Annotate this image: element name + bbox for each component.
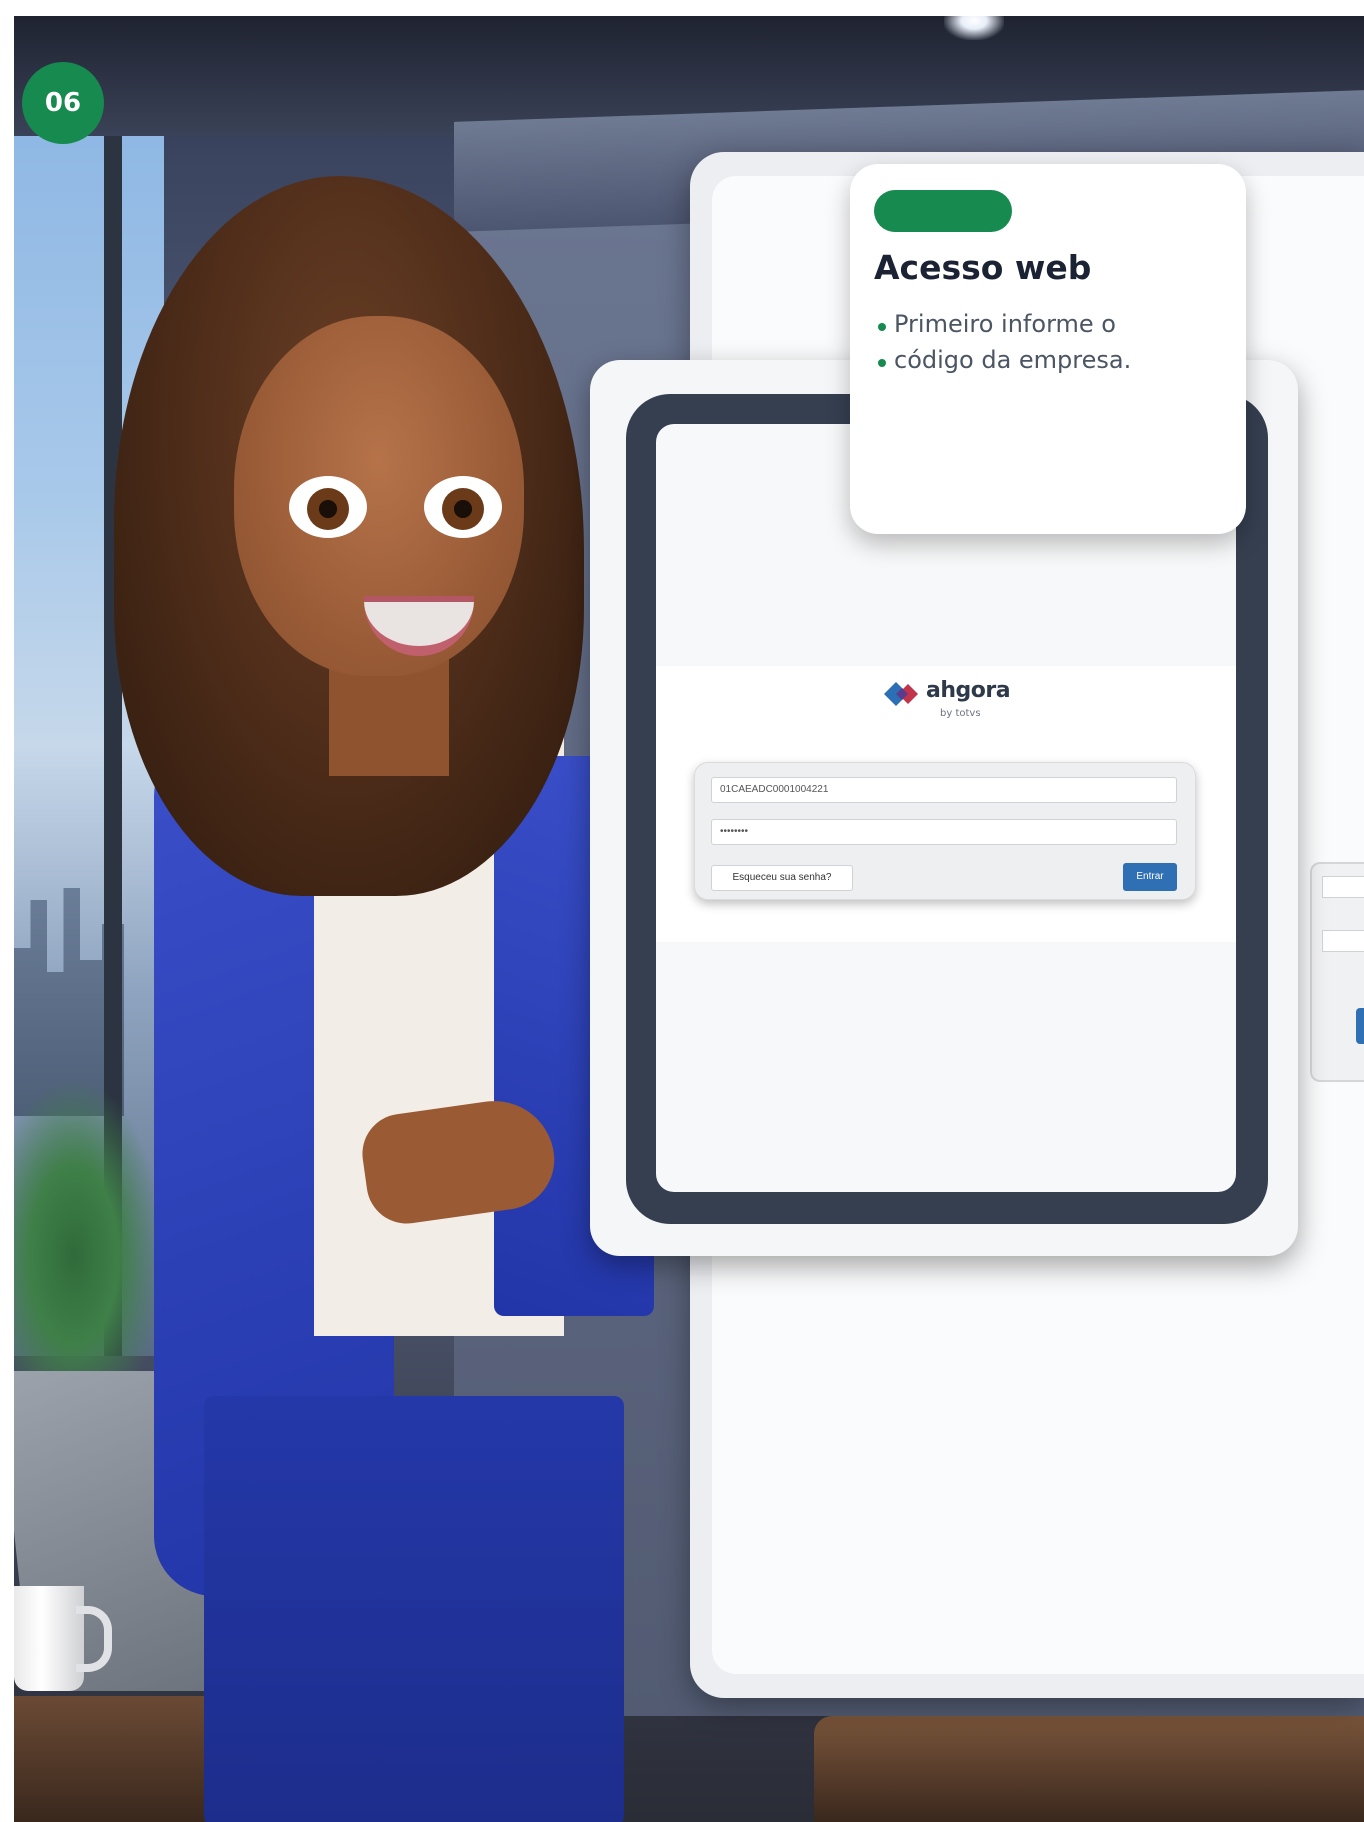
background-form-field [1322, 876, 1364, 898]
ceiling-light [944, 16, 1004, 40]
left-eye [289, 476, 367, 538]
forgot-password-button[interactable]: Esqueceu sua senha? [711, 865, 853, 891]
step-badge: 06 [22, 62, 104, 144]
background-form-field [1322, 930, 1364, 952]
company-code-input[interactable]: 01CAEADC0001004221 [711, 777, 1177, 803]
background-enter-button [1356, 1008, 1364, 1044]
presenter-character [114, 176, 654, 1822]
logo-byline: by totvs [940, 708, 981, 719]
left-iris [307, 488, 349, 530]
login-card: 01CAEADC0001004221 •••••••• Esqueceu sua… [694, 762, 1196, 900]
desk-right [814, 1716, 1364, 1822]
ahgora-logo: ahgora by totvs [884, 676, 1024, 732]
tablet-screen: ahgora by totvs 01CAEADC0001004221 •••••… [656, 424, 1236, 1192]
callout-title: Acesso web [874, 248, 1092, 287]
callout-bullet: código da empresa. [874, 342, 1131, 378]
ahgora-diamond-icon [884, 682, 918, 706]
coffee-cup [14, 1586, 84, 1691]
instruction-callout: Acesso web Primeiro informe o código da … [850, 164, 1246, 534]
right-eye [424, 476, 502, 538]
logo-wordmark: ahgora [926, 678, 1011, 703]
coffee-cup-handle [76, 1606, 112, 1672]
password-input[interactable]: •••••••• [711, 819, 1177, 845]
right-iris [442, 488, 484, 530]
callout-bullets: Primeiro informe o código da empresa. [874, 306, 1131, 378]
callout-accent-pill [874, 190, 1012, 232]
enter-button[interactable]: Entrar [1123, 863, 1177, 891]
callout-bullet: Primeiro informe o [874, 306, 1131, 342]
pants [204, 1396, 624, 1822]
